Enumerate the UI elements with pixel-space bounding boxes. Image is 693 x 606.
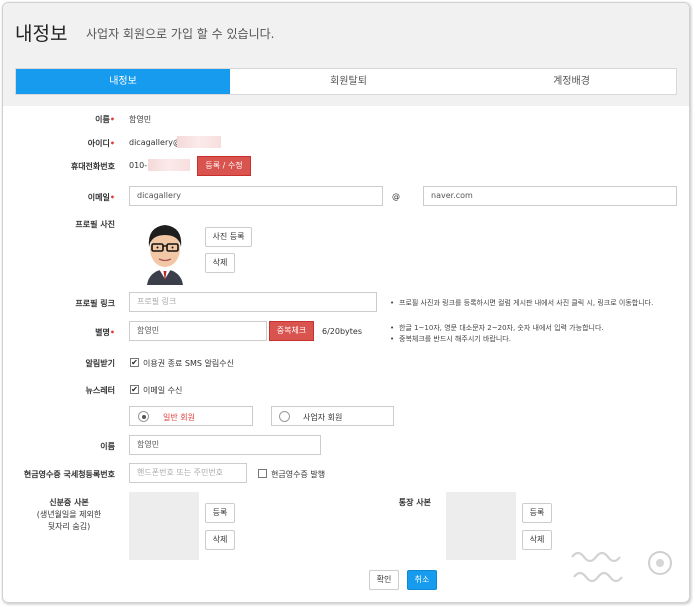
- page-header: 내정보 사업자 회원으로 가입 할 수 있습니다. 내정보 회원탈퇴 계정배경: [3, 3, 689, 106]
- userid-value: dicagallery@: [129, 138, 181, 147]
- id-copy-note-2: 뒷자리 숨김): [47, 522, 91, 531]
- phone-label: 휴대전화번호: [70, 162, 115, 171]
- nickname-input[interactable]: 함영민: [129, 321, 267, 341]
- cancel-button[interactable]: 취소: [407, 570, 437, 590]
- page-frame: 내정보 사업자 회원으로 가입 할 수 있습니다. 내정보 회원탈퇴 계정배경 …: [2, 2, 690, 603]
- watermark-logo: [568, 543, 678, 593]
- confirm-button[interactable]: 확인: [369, 570, 399, 590]
- tab-account-background[interactable]: 계정배경: [467, 69, 676, 94]
- nickname-check-button[interactable]: 중복체크: [269, 321, 314, 341]
- bankbook-preview: [446, 492, 516, 560]
- name-value: 함영민: [129, 115, 152, 124]
- alert-label: 알림받기: [85, 359, 115, 368]
- tab-withdraw[interactable]: 회원탈퇴: [230, 69, 467, 94]
- receipt-label: 현금영수증 국세청등록번호: [23, 470, 115, 479]
- userid-masked: [177, 136, 221, 148]
- profile-avatar: [137, 215, 193, 287]
- bankbook-register-button[interactable]: 등록: [522, 503, 552, 523]
- general-member-radio[interactable]: [138, 411, 149, 422]
- business-member-radio[interactable]: [279, 411, 290, 422]
- sms-alert-text: 이용권 종료 SMS 알림수신: [143, 359, 234, 368]
- userid-label: 아이디•: [87, 139, 115, 148]
- phone-masked: [148, 159, 190, 171]
- phone-edit-button[interactable]: 등록 / 수정: [197, 156, 251, 176]
- business-member-text: 사업자 회원: [303, 413, 343, 422]
- tab-bar: 내정보 회원탈퇴 계정배경: [15, 68, 677, 95]
- bankbook-delete-button[interactable]: 삭제: [522, 530, 552, 550]
- id-copy-label: 신분증 사본: [49, 498, 89, 507]
- id-copy-register-button[interactable]: 등록: [205, 503, 235, 523]
- email-local-input[interactable]: dicagallery: [129, 186, 383, 206]
- receipt-checkbox[interactable]: [258, 469, 267, 478]
- phone-value: 010-: [129, 161, 148, 170]
- sms-alert-checkbox[interactable]: ✔: [130, 358, 139, 367]
- page-subtitle: 사업자 회원으로 가입 할 수 있습니다.: [86, 27, 275, 41]
- tab-my-info[interactable]: 내정보: [16, 69, 230, 94]
- receipt-option-text: 현금영수증 발행: [271, 470, 326, 479]
- general-member-text: 일반 회원: [163, 413, 195, 422]
- receipt-number-input[interactable]: 핸드폰번호 또는 주민번호: [129, 463, 247, 483]
- name2-input[interactable]: 함영민: [129, 435, 321, 455]
- email-domain-input[interactable]: naver.com: [423, 186, 677, 206]
- profile-link-input[interactable]: 프로필 링크: [129, 292, 377, 312]
- email-label: 이메일•: [87, 193, 115, 202]
- photo-delete-button[interactable]: 삭제: [205, 253, 235, 273]
- bankbook-label: 통장 사본: [398, 498, 431, 507]
- photo-register-button[interactable]: 사진 등록: [205, 227, 252, 247]
- name-label: 이름•: [95, 115, 115, 124]
- photo-label: 프로필 사진: [75, 220, 115, 229]
- page-title: 내정보: [15, 23, 68, 45]
- nickname-note-2: 중복체크를 반드시 해주시기 바랍니다.: [390, 334, 689, 345]
- nickname-byte-count: 6/20bytes: [322, 327, 363, 336]
- newsletter-text: 이메일 수신: [143, 386, 183, 395]
- id-copy-delete-button[interactable]: 삭제: [205, 530, 235, 550]
- email-at-sign: @: [392, 192, 400, 201]
- link-note: 프로필 사진과 링크를 등록하시면 컬럼 게시판 내에서 사진 클릭 시, 링크…: [390, 298, 689, 309]
- newsletter-label: 뉴스레터: [85, 386, 115, 395]
- nickname-label: 별명•: [95, 328, 115, 337]
- id-copy-preview: [129, 492, 199, 560]
- link-label: 프로필 링크: [75, 299, 115, 308]
- id-copy-note-1: (생년월일을 제외한: [36, 510, 102, 519]
- name2-label: 이름: [100, 442, 115, 451]
- nickname-note-1: 한글 1~10자, 영문 대소문자 2~20자, 숫자 내에서 입력 가능합니다…: [390, 323, 689, 334]
- newsletter-checkbox[interactable]: ✔: [130, 385, 139, 394]
